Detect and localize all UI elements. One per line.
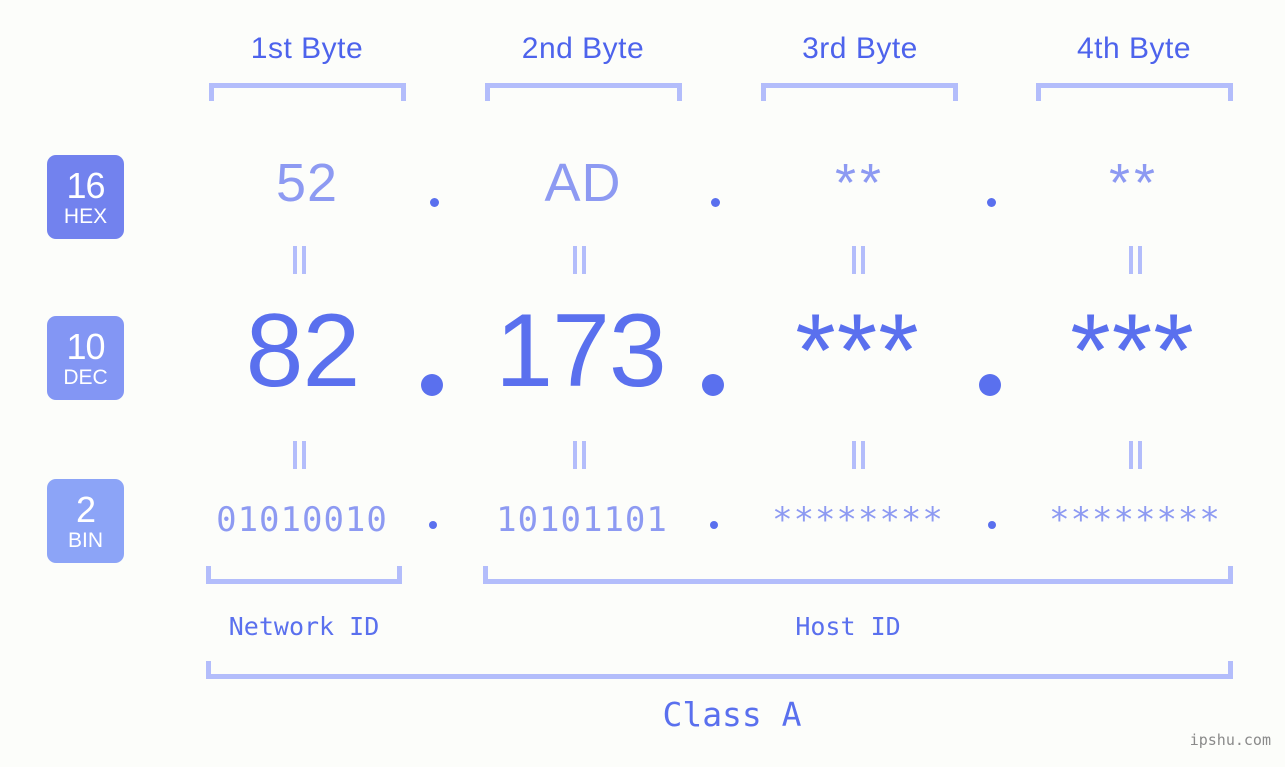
radix-badge-dec-number: 10 <box>66 325 105 367</box>
radix-badge-hex: 16 HEX <box>47 155 124 239</box>
bin-byte-2: 10101101 <box>496 500 668 540</box>
dec-byte-1: 82 <box>245 293 361 409</box>
hex-dot-2 <box>711 198 720 207</box>
host-id-bracket <box>483 566 1233 584</box>
radix-badge-dec: 10 DEC <box>47 316 124 400</box>
radix-badge-hex-name: HEX <box>63 204 108 228</box>
network-id-bracket <box>206 566 402 584</box>
hex-byte-4: ** <box>1108 153 1160 213</box>
radix-badge-dec-name: DEC <box>63 365 108 389</box>
ip-breakdown-diagram: 1st Byte 2nd Byte 3rd Byte 4th Byte 16 H… <box>0 0 1285 767</box>
bin-dot-1 <box>429 521 437 529</box>
dec-dot-1 <box>421 374 443 396</box>
class-bracket <box>206 661 1233 679</box>
watermark: ipshu.com <box>1189 731 1271 749</box>
dec-dot-2 <box>702 374 724 396</box>
radix-badge-bin-number: 2 <box>75 488 96 530</box>
bin-dot-3 <box>988 521 996 529</box>
hex-byte-1: 52 <box>275 153 339 213</box>
byte-bracket-top-2 <box>485 83 682 101</box>
byte-header-3: 3rd Byte <box>802 32 918 65</box>
dec-byte-2: 173 <box>495 293 667 409</box>
bin-dot-2 <box>710 521 718 529</box>
byte-bracket-top-1 <box>209 83 406 101</box>
bin-byte-1: 01010010 <box>216 500 388 540</box>
hex-dot-1 <box>430 198 439 207</box>
equals-mark-hex-dec-4 <box>1128 246 1144 274</box>
byte-bracket-top-3 <box>761 83 958 101</box>
bin-byte-3: ******** <box>772 500 944 540</box>
equals-mark-hex-dec-2 <box>572 246 588 274</box>
byte-header-4: 4th Byte <box>1076 32 1192 65</box>
byte-bracket-top-4 <box>1036 83 1233 101</box>
host-id-label: Host ID <box>795 612 901 641</box>
dec-byte-3: *** <box>795 293 920 409</box>
byte-header-2: 2nd Byte <box>521 32 645 65</box>
class-label: Class A <box>662 695 802 734</box>
equals-mark-dec-bin-1 <box>292 441 308 469</box>
equals-mark-dec-bin-3 <box>851 441 867 469</box>
dec-dot-3 <box>979 374 1001 396</box>
network-id-label: Network ID <box>228 612 380 641</box>
bin-byte-4: ******** <box>1049 500 1221 540</box>
byte-header-1: 1st Byte <box>250 32 364 65</box>
hex-byte-3: ** <box>834 153 886 213</box>
hex-dot-3 <box>987 198 996 207</box>
radix-badge-bin: 2 BIN <box>47 479 124 563</box>
equals-mark-dec-bin-2 <box>572 441 588 469</box>
equals-mark-dec-bin-4 <box>1128 441 1144 469</box>
radix-badge-bin-name: BIN <box>67 528 103 552</box>
hex-byte-2: AD <box>544 153 622 213</box>
equals-mark-hex-dec-1 <box>292 246 308 274</box>
radix-badge-hex-number: 16 <box>66 164 105 206</box>
equals-mark-hex-dec-3 <box>851 246 867 274</box>
dec-byte-4: *** <box>1070 293 1195 409</box>
